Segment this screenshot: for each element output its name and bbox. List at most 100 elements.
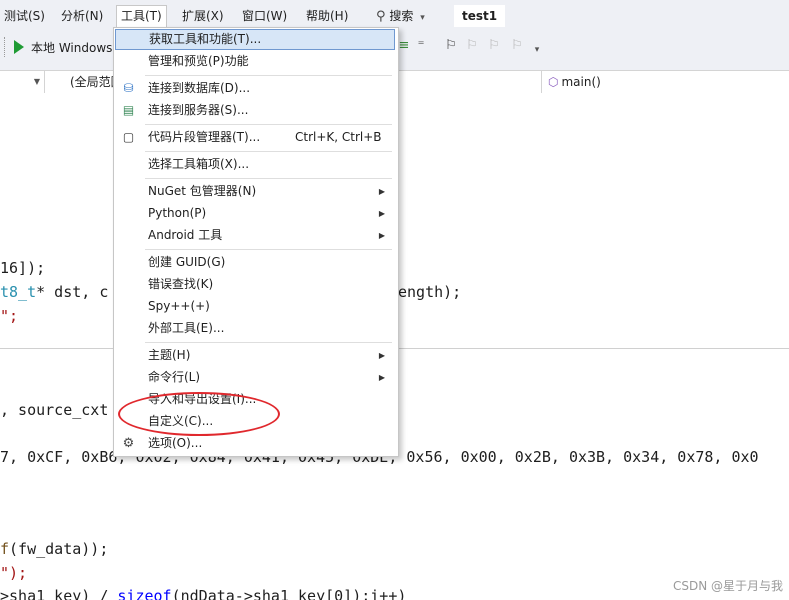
search-button[interactable]: ⚲ 搜索 ▾ xyxy=(376,6,425,26)
menu-item-label: Spy++(+) xyxy=(148,299,210,313)
menu-separator xyxy=(145,124,392,125)
code-text: >sha1_key) / xyxy=(0,587,118,600)
code-line: "); xyxy=(0,564,27,582)
submenu-arrow-icon: ▶ xyxy=(378,187,385,196)
function-label: main() xyxy=(561,75,601,89)
scope-label: (全局范围) xyxy=(70,75,118,89)
menu-item-connect-server[interactable]: ▤ 连接到服务器(S)... xyxy=(115,100,395,121)
code-line: f(fw_data)); xyxy=(0,540,108,558)
code-line: >sha1_key) / sizeof(ndData->sha1_key[0])… xyxy=(0,587,406,600)
code-func: f xyxy=(0,540,10,558)
menu-item-command-line[interactable]: 命令行(L) ▶ xyxy=(115,367,395,388)
menu-item-choose-toolbox[interactable]: 选择工具箱项(X)... xyxy=(115,154,395,175)
function-combo[interactable]: ⬡ main() xyxy=(541,71,789,93)
menu-analyze[interactable]: 分析(N) xyxy=(57,6,107,26)
code-type: t8_t xyxy=(0,283,37,301)
menu-test[interactable]: 测试(S) xyxy=(0,6,49,26)
tools-dropdown-menu: 获取工具和功能(T)... 管理和预览(P)功能 ⛁ 连接到数据库(D)... … xyxy=(113,27,399,457)
menu-separator xyxy=(145,342,392,343)
menu-item-label: 代码片段管理器(T)... xyxy=(148,130,261,144)
menu-item-label: 获取工具和功能(T)... xyxy=(149,32,262,46)
gear-icon: ⚙ xyxy=(122,436,135,451)
bookmark-clear-icon[interactable]: ⚐ xyxy=(510,39,524,53)
menu-item-label: 主题(H) xyxy=(148,348,191,362)
menu-item-snippets-manager[interactable]: ▢ 代码片段管理器(T)... Ctrl+K, Ctrl+B xyxy=(115,127,395,148)
project-combo[interactable]: ▼ xyxy=(0,71,45,93)
menu-item-label: 连接到服务器(S)... xyxy=(148,103,249,117)
menu-item-options[interactable]: ⚙ 选项(O)... xyxy=(115,433,395,454)
menu-item-manage-preview[interactable]: 管理和预览(P)功能 xyxy=(115,51,395,72)
code-text: (fw_data)); xyxy=(9,540,109,558)
search-label: 搜索 xyxy=(389,9,414,23)
toolbar-grip[interactable] xyxy=(4,37,7,57)
bookmark-next-icon[interactable]: ⚐ xyxy=(487,39,501,53)
menu-item-nuget[interactable]: NuGet 包管理器(N) ▶ xyxy=(115,181,395,202)
menu-item-customize[interactable]: 自定义(C)... xyxy=(115,411,395,432)
chevron-down-icon: ▾ xyxy=(420,13,425,23)
scope-combo[interactable]: (全局范围) xyxy=(66,71,119,93)
menu-extensions[interactable]: 扩展(X) xyxy=(178,6,228,26)
menu-item-python[interactable]: Python(P) ▶ xyxy=(115,203,395,224)
menu-item-label: 导入和导出设置(I)... xyxy=(148,392,257,406)
bookmark-icon[interactable]: ⚐ xyxy=(444,39,458,53)
menu-item-create-guid[interactable]: 创建 GUID(G) xyxy=(115,252,395,273)
menu-item-label: 连接到数据库(D)... xyxy=(148,81,251,95)
menu-item-label: 管理和预览(P)功能 xyxy=(148,54,249,68)
menu-tools[interactable]: 工具(T) xyxy=(116,5,167,28)
menu-item-label: 错误查找(K) xyxy=(148,277,214,291)
code-keyword: sizeof xyxy=(117,587,172,600)
menu-item-android[interactable]: Android 工具 ▶ xyxy=(115,225,395,246)
submenu-arrow-icon: ▶ xyxy=(378,209,385,218)
toolbar-overflow-icon[interactable]: ▾ xyxy=(530,43,544,57)
submenu-arrow-icon: ▶ xyxy=(378,373,385,382)
bookmark-prev-icon[interactable]: ⚐ xyxy=(465,39,479,53)
solution-name: test1 xyxy=(454,5,506,27)
menu-item-label: 选择工具箱项(X)... xyxy=(148,157,250,171)
menu-item-label: 选项(O)... xyxy=(148,436,203,450)
menu-item-label: Python(P) xyxy=(148,206,207,220)
code-text: * dst, c xyxy=(36,283,109,301)
menu-item-connect-database[interactable]: ⛁ 连接到数据库(D)... xyxy=(115,78,395,99)
submenu-arrow-icon: ▶ xyxy=(378,351,385,360)
submenu-arrow-icon: ▶ xyxy=(378,231,385,240)
code-text: (ndData->sha1_key[0]);i++) xyxy=(171,587,407,600)
code-string: "); xyxy=(0,564,28,582)
menu-item-theme[interactable]: 主题(H) ▶ xyxy=(115,345,395,366)
menu-item-external-tools[interactable]: 外部工具(E)... xyxy=(115,318,395,339)
run-target-button[interactable]: 本地 Windows xyxy=(31,39,112,56)
search-icon: ⚲ xyxy=(376,9,386,24)
format-lines-icon[interactable]: ≡ xyxy=(397,39,411,53)
chevron-down-icon: ▼ xyxy=(33,77,40,86)
menu-item-get-tools[interactable]: 获取工具和功能(T)... xyxy=(115,29,395,50)
comment-lines-icon[interactable]: ⁼ xyxy=(414,39,428,53)
code-line: , source_cxt xyxy=(0,401,108,419)
menu-window[interactable]: 窗口(W) xyxy=(238,6,291,26)
code-string: "; xyxy=(0,307,19,325)
snippet-icon: ▢ xyxy=(122,130,135,144)
code-text: 16]); xyxy=(0,259,46,277)
menu-item-label: NuGet 包管理器(N) xyxy=(148,184,257,198)
menu-item-label: Android 工具 xyxy=(148,228,223,242)
menu-separator xyxy=(145,249,392,250)
menu-separator xyxy=(145,151,392,152)
server-icon: ▤ xyxy=(122,103,135,117)
menu-item-label: 外部工具(E)... xyxy=(148,321,225,335)
menu-item-label: 命令行(L) xyxy=(148,370,201,384)
menu-item-shortcut: Ctrl+K, Ctrl+B xyxy=(295,130,382,144)
play-icon[interactable] xyxy=(14,40,24,54)
menu-separator xyxy=(145,75,392,76)
code-text: , source_cxt xyxy=(0,401,109,419)
function-cube-icon: ⬡ xyxy=(548,75,559,89)
menu-item-error-lookup[interactable]: 错误查找(K) xyxy=(115,274,395,295)
database-icon: ⛁ xyxy=(123,81,134,95)
menu-item-import-export[interactable]: 导入和导出设置(I)... xyxy=(115,389,395,410)
code-line: 16]); xyxy=(0,259,45,277)
menu-separator xyxy=(145,178,392,179)
menu-item-label: 自定义(C)... xyxy=(148,414,214,428)
menu-help[interactable]: 帮助(H) xyxy=(302,6,352,26)
menu-item-label: 创建 GUID(G) xyxy=(148,255,226,269)
watermark: CSDN @星于月与我 xyxy=(672,579,783,593)
code-line: t8_t* dst, c ength); xyxy=(0,283,461,301)
menu-item-spy[interactable]: Spy++(+) xyxy=(115,296,395,317)
code-text: ength); xyxy=(398,283,462,301)
